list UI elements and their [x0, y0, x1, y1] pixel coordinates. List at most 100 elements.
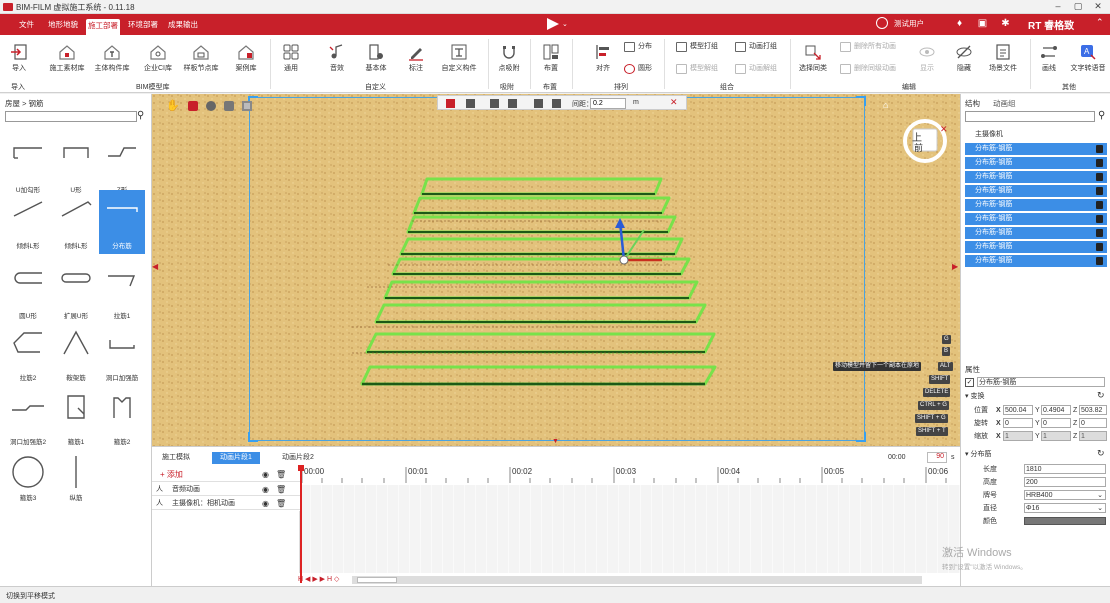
trash-icon[interactable]: 🗑: [276, 467, 286, 482]
draw-line-button[interactable]: 画线: [1038, 43, 1060, 73]
tree-node[interactable]: 分布筋-钢筋: [965, 157, 1107, 169]
eye-icon[interactable]: ◉: [262, 467, 269, 482]
rebar-item[interactable]: 箍筋1: [53, 386, 99, 450]
import-button[interactable]: 导入: [8, 43, 30, 73]
tts-button[interactable]: A 文字转语音: [1068, 43, 1108, 73]
show-button[interactable]: 显示: [916, 43, 938, 73]
delete-all-anim-button[interactable]: 删除所有动画: [840, 41, 896, 53]
track-row[interactable]: 人 音频动画 ◉ 🗑: [152, 483, 300, 496]
lock-icon[interactable]: [1096, 215, 1103, 223]
scale-tool-icon[interactable]: [224, 101, 234, 111]
material-lib-button[interactable]: 施工素材库: [46, 43, 88, 73]
menu-output[interactable]: 成果输出: [166, 18, 200, 32]
model-ungroup-button[interactable]: 模型解组: [676, 63, 718, 75]
rebar-item[interactable]: 洞口加强筋2: [5, 386, 51, 450]
tree-node[interactable]: 分布筋-钢筋: [965, 255, 1107, 267]
color-swatch[interactable]: [1024, 517, 1106, 525]
object-name-input[interactable]: 分布筋-钢筋: [977, 377, 1105, 387]
diameter-select[interactable]: Φ16 ⌄: [1024, 503, 1106, 513]
rebar-item[interactable]: 纵筋: [53, 446, 99, 510]
rebar-section-label[interactable]: ▾ 分布筋: [965, 449, 991, 460]
view-cube[interactable]: [897, 109, 953, 165]
rotation-z-input[interactable]: 0: [1079, 418, 1107, 428]
close-toolbar-icon[interactable]: ✕: [670, 97, 678, 108]
scene-file-button[interactable]: 场景文件: [986, 43, 1020, 73]
length-input[interactable]: 1810: [1024, 464, 1106, 474]
anim-ungroup-button[interactable]: 动画解组: [735, 63, 777, 75]
graduation-icon[interactable]: ♦: [953, 17, 966, 30]
time-ruler[interactable]: 00:00 00:01 00:02 00:03 00:04 00:05 00:0…: [300, 465, 960, 485]
delete-sibling-anim-button[interactable]: 删除同级动画: [840, 63, 896, 75]
rebar-item[interactable]: 扩展U形: [53, 260, 99, 324]
add-track-button[interactable]: + 添加: [160, 467, 183, 482]
rebar-item[interactable]: 分布筋: [99, 190, 145, 254]
lock-icon[interactable]: [1096, 159, 1103, 167]
tab-animation-group[interactable]: 动画组: [993, 98, 1016, 109]
lock-icon[interactable]: [1096, 201, 1103, 209]
view-cube-icon[interactable]: [446, 99, 455, 108]
tree-node[interactable]: 分布筋-钢筋: [965, 171, 1107, 183]
rebar-item[interactable]: 拉筋2: [5, 322, 51, 386]
tab-anim-clip-2[interactable]: 动画片段2: [274, 452, 322, 464]
position-z-input[interactable]: 503.82: [1079, 405, 1107, 415]
fps-input[interactable]: 90: [927, 452, 947, 463]
height-input[interactable]: 200: [1024, 477, 1106, 487]
lock-icon[interactable]: [1096, 229, 1103, 237]
view-split-icon[interactable]: [490, 99, 499, 108]
collapse-ribbon-icon[interactable]: ⌃: [1096, 17, 1104, 28]
rebar-item[interactable]: 拉筋1: [99, 260, 145, 324]
trash-icon[interactable]: 🗑: [276, 483, 286, 496]
reset-transform-icon[interactable]: ↻: [1097, 390, 1105, 401]
rebar-item[interactable]: 圆U形: [5, 260, 51, 324]
annotate-button[interactable]: 标注: [405, 43, 427, 73]
playback-controls[interactable]: H ◀ ▶ ▶ H ◇: [298, 575, 358, 585]
restore-button[interactable]: ▢: [1068, 1, 1088, 13]
tree-root-camera[interactable]: 主摄像机: [965, 129, 1107, 141]
user-name[interactable]: 测试用户: [894, 18, 924, 29]
frame-tool-icon[interactable]: [242, 101, 252, 111]
model-group-button[interactable]: 模型打组: [676, 41, 718, 53]
rebar-item[interactable]: Z形: [99, 134, 145, 198]
lock-icon[interactable]: [1096, 187, 1103, 195]
distribute-button[interactable]: 分布: [624, 41, 652, 53]
layers-icon[interactable]: [534, 99, 543, 108]
enterprise-ci-button[interactable]: 企业CI库: [140, 43, 176, 73]
circle-arrange-button[interactable]: 圆形: [624, 63, 652, 75]
primitive-button[interactable]: 基本体: [362, 43, 390, 73]
component-lib-button[interactable]: 主体构件库: [90, 43, 134, 73]
general-button[interactable]: 通用: [280, 43, 302, 73]
lock-icon[interactable]: [1096, 173, 1103, 181]
hide-button[interactable]: 隐藏: [953, 43, 975, 73]
tree-node[interactable]: 分布筋-钢筋: [965, 227, 1107, 239]
trash-icon[interactable]: 🗑: [276, 497, 286, 510]
lock-icon[interactable]: [1096, 145, 1103, 153]
case-lib-button[interactable]: 案例库: [231, 43, 261, 73]
rebar-item[interactable]: 倾斜L形: [5, 190, 51, 254]
tree-node[interactable]: 分布筋-钢筋: [965, 185, 1107, 197]
template-node-button[interactable]: 样板节点库: [179, 43, 223, 73]
view-split2-icon[interactable]: [508, 99, 517, 108]
minimize-button[interactable]: –: [1048, 1, 1068, 13]
rebar-item[interactable]: 箍筋2: [99, 386, 145, 450]
layers2-icon[interactable]: [552, 99, 561, 108]
rebar-item[interactable]: 倾斜L形: [53, 190, 99, 254]
tree-node[interactable]: 分布筋-钢筋: [965, 213, 1107, 225]
sound-effect-button[interactable]: 音效: [326, 43, 348, 73]
timeline-scrollbar[interactable]: [352, 576, 922, 584]
rebar-item[interactable]: U加勾形: [5, 134, 51, 198]
collapse-bottom-icon[interactable]: ▼: [552, 438, 559, 445]
grade-select[interactable]: HRB400 ⌄: [1024, 490, 1106, 500]
play-dropdown-icon[interactable]: ⌄: [562, 20, 568, 28]
playhead-handle[interactable]: [298, 465, 304, 471]
custom-component-button[interactable]: 自定义构件: [436, 43, 482, 73]
menu-file[interactable]: 文件: [17, 18, 36, 32]
scale-x-input[interactable]: 1: [1003, 431, 1033, 441]
align-button[interactable]: 对齐: [592, 43, 614, 73]
3d-viewport[interactable]: ✋ 间距： m ✕ ⌂ ✕ 上 前 G B 移动模型并留下一个副本在原地 ALT…: [152, 94, 960, 446]
user-avatar-icon[interactable]: [876, 17, 888, 29]
eye-icon[interactable]: ◉: [262, 483, 269, 496]
breadcrumb[interactable]: 房屋 > 钢筋: [5, 98, 44, 109]
spacing-input[interactable]: [590, 98, 626, 109]
rebar-item[interactable]: 箍筋3: [5, 446, 51, 510]
menu-terrain[interactable]: 地形地貌: [46, 18, 80, 32]
